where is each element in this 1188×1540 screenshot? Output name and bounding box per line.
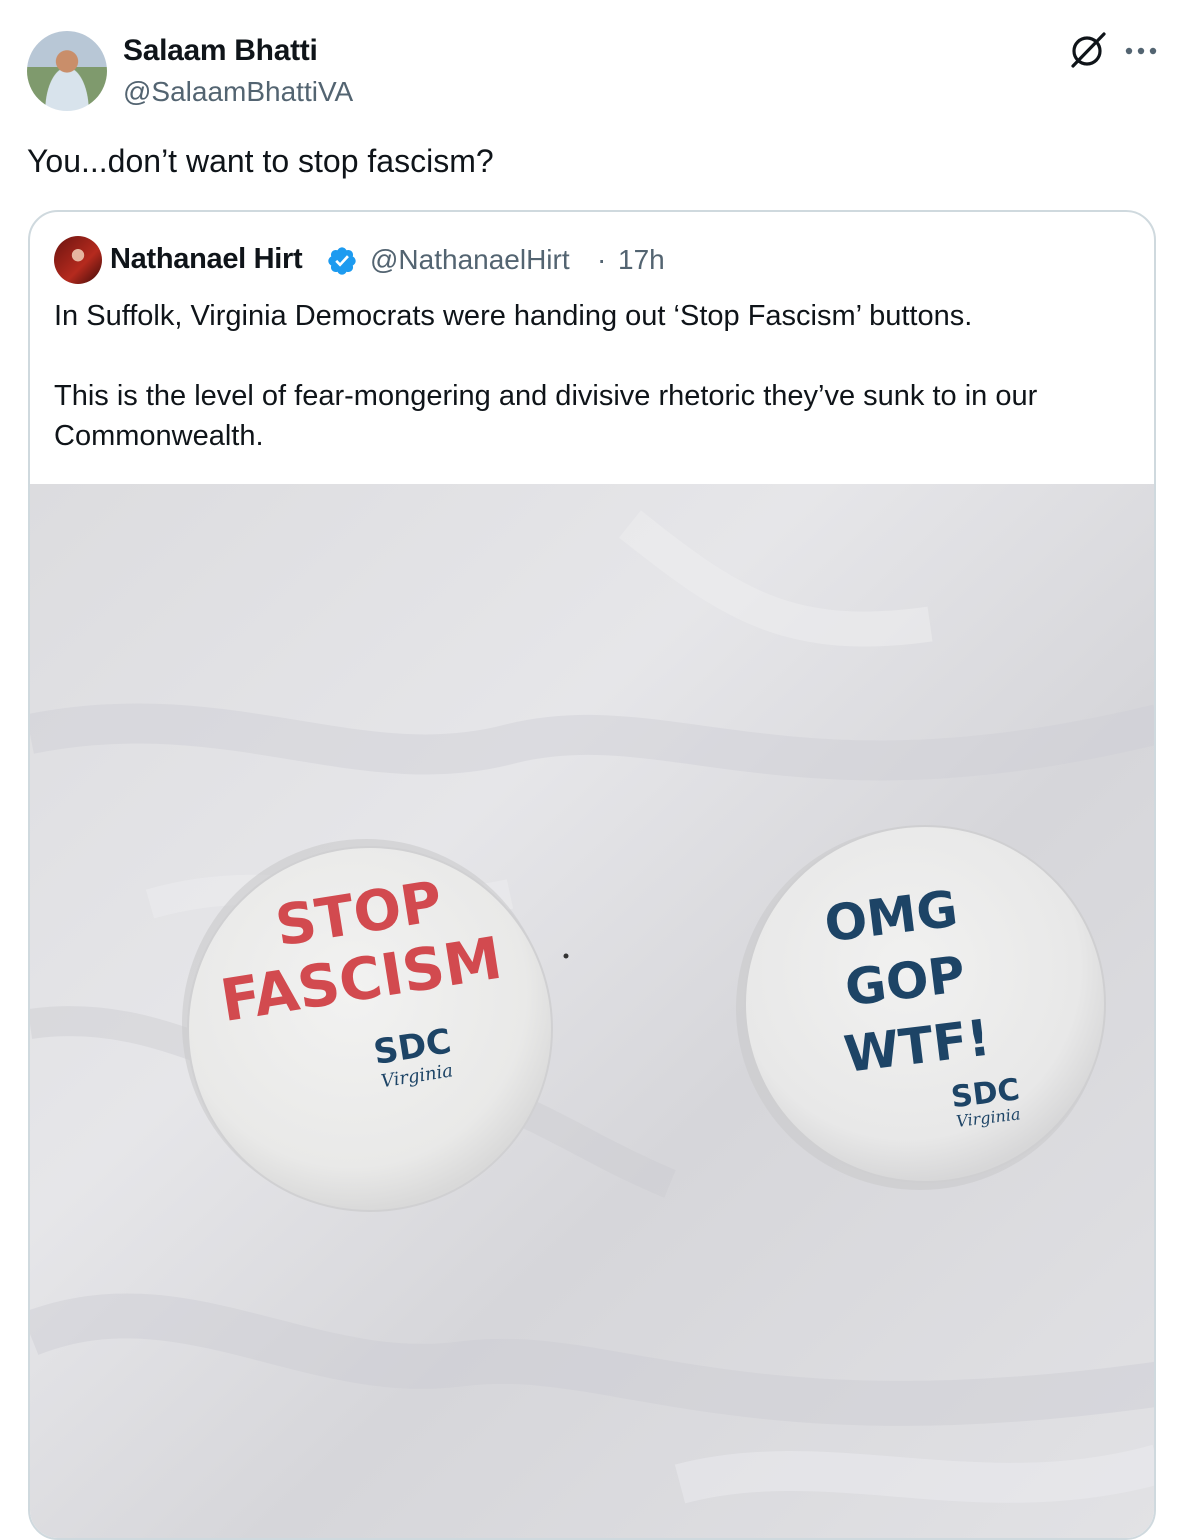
quoted-paragraph: This is the level of fear-mongering and … <box>54 380 1038 452</box>
quoted-author-handle[interactable]: @NathanaelHirt <box>370 244 570 276</box>
quoted-author-name[interactable]: Nathanael Hirt <box>110 243 303 276</box>
author-handle[interactable]: @SalaamBhattiVA <box>123 76 353 108</box>
quoted-author-avatar[interactable] <box>54 236 102 284</box>
author-avatar[interactable] <box>27 31 107 111</box>
tweet-text: You...don’t want to stop fascism? <box>27 143 494 179</box>
quoted-timestamp[interactable]: 17h <box>618 244 665 276</box>
more-icon[interactable] <box>1124 46 1158 56</box>
author-name[interactable]: Salaam Bhatti <box>123 34 318 68</box>
quoted-text: In Suffolk, Virginia Democrats were hand… <box>54 296 1134 456</box>
omg-gop-wtf-button: OMG GOP WTF! SDC Virginia <box>736 825 1106 1190</box>
grok-icon[interactable] <box>1068 30 1108 70</box>
stop-fascism-button: STOP FASCISM SDC Virginia <box>182 839 553 1212</box>
quoted-photo[interactable]: STOP FASCISM SDC Virginia OMG GOP WTF! S… <box>30 484 1154 1538</box>
quoted-paragraph: In Suffolk, Virginia Democrats were hand… <box>54 300 973 332</box>
photo-canvas: STOP FASCISM SDC Virginia OMG GOP WTF! S… <box>30 484 1154 1538</box>
verified-badge-icon <box>328 247 356 275</box>
separator-dot: · <box>597 244 607 275</box>
quoted-tweet[interactable]: Nathanael Hirt @NathanaelHirt · 17h In S… <box>28 210 1156 1540</box>
